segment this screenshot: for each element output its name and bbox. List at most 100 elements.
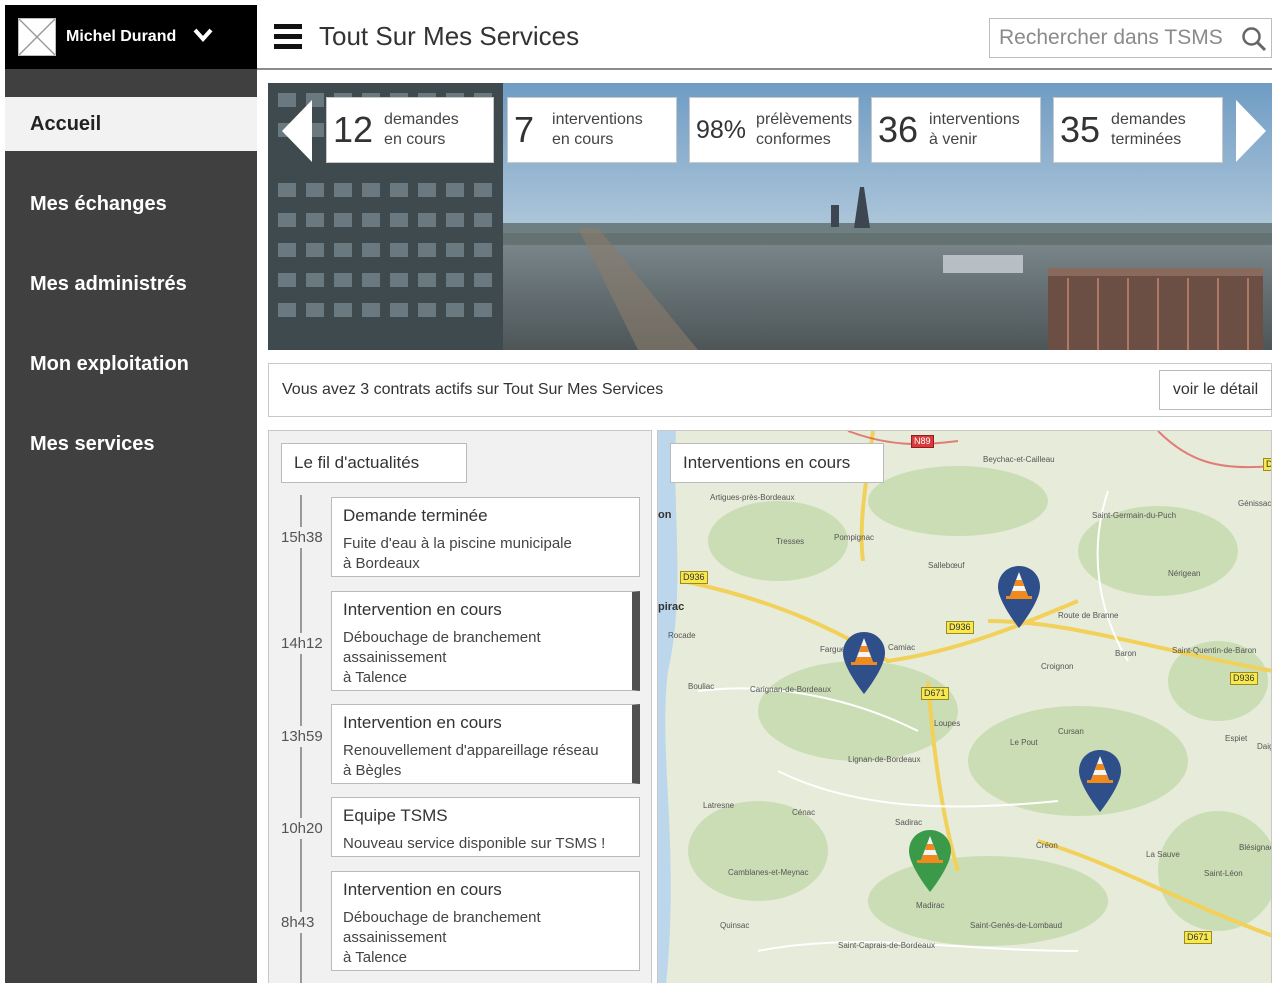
sidebar-item-accueil[interactable]: Accueil [5, 97, 257, 151]
sidebar-item-mes-administres[interactable]: Mes administrés [5, 257, 257, 311]
map-place-label: Beychac-et-Cailleau [983, 455, 1055, 464]
map-place-label: Espiet [1225, 734, 1248, 743]
feed-item-title: Intervention en cours [343, 713, 502, 732]
feed-item-title: Intervention en cours [343, 600, 502, 619]
road-label: D936 [946, 621, 974, 634]
search-icon[interactable] [1241, 26, 1267, 52]
map-place-label: Cénac [792, 808, 816, 817]
carousel-prev-icon[interactable] [282, 100, 312, 162]
stat-value: 7 [514, 109, 535, 150]
map-place-label: Cursan [1058, 727, 1084, 736]
header: Tout Sur Mes Services [257, 5, 1272, 70]
search-input[interactable] [990, 19, 1230, 57]
sidebar-item-mes-echanges[interactable]: Mes échanges [5, 177, 257, 231]
user-name: Michel Durand [66, 28, 177, 45]
feed-item[interactable]: Equipe TSMS Nouveau service disponible s… [331, 797, 640, 857]
stat-interventions-a-venir[interactable]: 36 interventions à venir [871, 97, 1041, 163]
feed-item[interactable]: Intervention en cours Renouvellement d'a… [331, 704, 640, 784]
map-place-label: Bouliac [688, 682, 715, 691]
stat-label: demandes terminées [1111, 111, 1186, 148]
stat-prelevements-conformes[interactable]: 98% prélèvements conformes [689, 97, 859, 163]
map-place-label: Camiac [888, 643, 916, 652]
map-place-label: Pompignac [834, 533, 875, 542]
feed-item[interactable]: Demande terminée Fuite d'eau à la piscin… [331, 497, 640, 577]
details-button[interactable]: voir le détail [1159, 370, 1272, 410]
map-place-label: Saint-Caprais-de-Bordeaux [838, 941, 935, 950]
contracts-bar: Vous avez 3 contrats actifs sur Tout Sur… [268, 363, 1272, 417]
stat-interventions-en-cours[interactable]: 7 interventions en cours [507, 97, 677, 163]
map-place-label: Baron [1115, 649, 1137, 658]
map-marker-cone-icon[interactable] [996, 564, 1042, 630]
sidebar-item-mon-exploitation[interactable]: Mon exploitation [5, 337, 257, 391]
road-label: D [1263, 458, 1271, 471]
stat-value: 98% [696, 115, 747, 144]
stat-label: prélèvements conformes [756, 111, 853, 148]
stat-label: demandes en cours [384, 111, 459, 148]
feed-item-desc: Débouchage de branchement assainissement à… [343, 909, 541, 966]
map-place-label: pirac [658, 601, 685, 613]
carousel-next-icon[interactable] [1236, 100, 1266, 162]
feed-item-desc: Nouveau service disponible sur TSMS ! [343, 835, 606, 852]
map-place-label: Latresne [703, 801, 735, 810]
road-label: N89 [911, 435, 934, 448]
feed-time: 8h43 [281, 912, 315, 933]
map-place-label: Tresses [776, 537, 805, 546]
sidebar: Michel Durand Accueil Mes échanges Mes a… [5, 5, 257, 983]
app-title: Tout Sur Mes Services [319, 21, 580, 51]
map-place-label: Carignan-de-Bordeaux [750, 685, 831, 694]
feed-item-desc: Débouchage de branchement assainissement à… [343, 629, 541, 686]
stat-value: 36 [878, 109, 919, 150]
feed-time: 13h59 [281, 726, 323, 747]
road-label: D936 [680, 571, 708, 584]
map-place-label: Saint-Léon [1204, 869, 1243, 878]
sidebar-item-mes-services[interactable]: Mes services [5, 417, 257, 471]
feed-item-title: Intervention en cours [343, 880, 502, 899]
user-menu[interactable]: Michel Durand [5, 5, 257, 69]
feed-item-title: Demande terminée [343, 506, 488, 525]
road-label: D936 [1230, 672, 1258, 685]
map-place-label: Artigues-près-Bordeaux [710, 493, 795, 502]
map-place-label: Quinsac [720, 921, 750, 930]
map-place-label: Daig [1257, 742, 1272, 751]
map-place-label: Saint-Genès-de-Lombaud [970, 921, 1063, 930]
map-place-label: Lignan-de-Bordeaux [848, 755, 921, 764]
map-marker-cone-icon[interactable] [1077, 748, 1123, 814]
map-place-label: Camblanes-et-Meynac [728, 868, 809, 877]
map-place-label: Blésignac [1239, 843, 1272, 852]
sidebar-nav: Accueil Mes échanges Mes administrés Mon… [5, 97, 257, 497]
stat-demandes-terminees[interactable]: 35 demandes terminées [1053, 97, 1223, 163]
map-place-label: Sallebœuf [928, 561, 965, 570]
stat-label: interventions en cours [552, 111, 643, 148]
feed-item[interactable]: Intervention en cours Débouchage de bran… [331, 591, 640, 691]
map-place-label: Nérigean [1168, 569, 1201, 578]
stat-demandes-en-cours[interactable]: 12 demandes en cours [326, 97, 494, 163]
menu-icon[interactable] [274, 24, 302, 50]
map-marker-cone-icon[interactable] [907, 828, 953, 894]
map-place-label: Saint-Germain-du-Puch [1092, 511, 1177, 520]
map-place-label: Saint-Quentin-de-Baron [1172, 646, 1257, 655]
map-marker-cone-icon[interactable] [841, 630, 887, 696]
feed-time: 14h12 [281, 633, 323, 654]
map-place-label: Génissac [1238, 499, 1272, 508]
feed-item-desc: Fuite d'eau à la piscine municipale à Bor… [343, 535, 572, 572]
map-place-label: on [658, 509, 672, 521]
search-box [989, 18, 1272, 58]
feed-item[interactable]: Intervention en cours Débouchage de bran… [331, 871, 640, 971]
map-place-label: Croignon [1041, 662, 1074, 671]
map-title: Interventions en cours [670, 443, 884, 483]
news-feed: Le fil d'actualités 15h38 Demande termin… [268, 430, 652, 983]
interventions-map[interactable]: Interventions en cours N89 D936 D936 D67… [657, 430, 1272, 983]
chevron-down-icon[interactable] [193, 27, 213, 43]
map-place-label: Créon [1036, 841, 1058, 850]
map-place-label: Rocade [668, 631, 696, 640]
road-label: D671 [921, 687, 949, 700]
road-label: D671 [1184, 931, 1212, 944]
stat-value: 12 [333, 109, 374, 150]
map-place-label: Sadirac [895, 818, 923, 827]
banner: 12 demandes en cours 7 interventions en co… [268, 83, 1272, 350]
map-place-label: Le Pout [1010, 738, 1038, 747]
stat-label: interventions à venir [929, 111, 1020, 148]
stat-value: 35 [1060, 109, 1101, 150]
contracts-text: Vous avez 3 contrats actifs sur Tout Sur… [282, 381, 664, 398]
feed-time: 15h38 [281, 527, 323, 548]
